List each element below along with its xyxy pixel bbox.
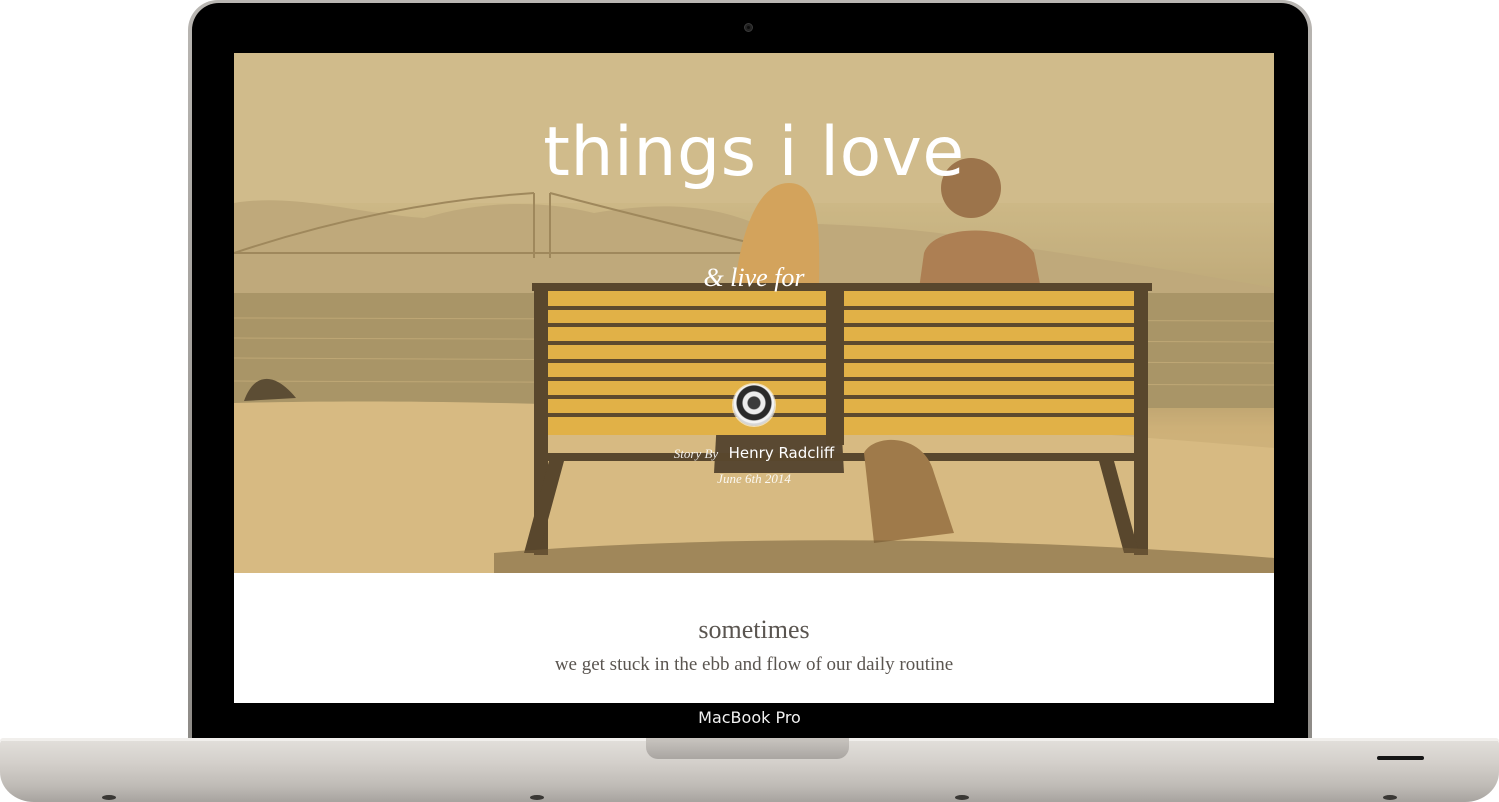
- laptop-foot: [102, 795, 116, 800]
- laptop-side-slot: [1377, 756, 1424, 760]
- device-label: MacBook Pro: [698, 708, 801, 727]
- laptop-screen: things i love & live for Story By Henry …: [234, 53, 1274, 703]
- author-avatar[interactable]: [733, 384, 775, 426]
- hero-section: things i love & live for Story By Henry …: [234, 53, 1274, 573]
- laptop-foot: [955, 795, 969, 800]
- story-content: sometimes we get stuck in the ebb and fl…: [234, 573, 1274, 703]
- post-date: June 6th 2014: [717, 471, 791, 486]
- hero-subtitle: & live for: [703, 263, 805, 292]
- section-text: we get stuck in the ebb and flow of our …: [554, 654, 954, 675]
- author-name[interactable]: Henry Radcliff: [729, 444, 835, 462]
- author-byline: Story By Henry Radcliff: [234, 444, 1274, 463]
- laptop-foot: [530, 795, 544, 800]
- laptop-hinge-notch: [646, 738, 849, 759]
- laptop-foot: [1383, 795, 1397, 800]
- byline-prefix: Story By: [673, 446, 719, 461]
- hero-title: things i love: [543, 113, 965, 192]
- section-heading: sometimes: [698, 615, 810, 644]
- camera-icon: [744, 23, 753, 32]
